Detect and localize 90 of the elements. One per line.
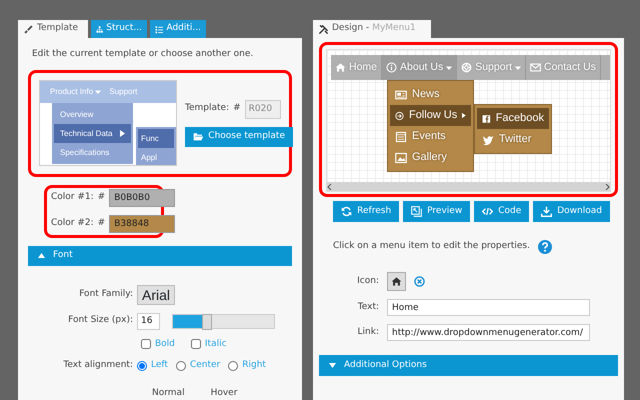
submenu-item[interactable]: Facebook [477,108,549,129]
font-size-slider[interactable] [172,314,275,328]
calendar-icon [395,130,407,142]
picture-icon [395,152,407,164]
text-alignment-label: Text alignment: [62,359,133,372]
color-field[interactable]: B38848 [109,215,176,233]
tools-icon [318,24,329,34]
home-icon [335,62,346,73]
refresh-icon [341,206,352,217]
color-field[interactable]: B0B0B0 [109,189,176,207]
toolbar-button[interactable]: Code [474,201,530,222]
dropdown-item: Technical Data [54,124,131,143]
download-icon [541,206,552,217]
font-family-label: Font Family: [78,288,133,301]
collapse-arrow-icon [38,253,45,258]
color-label: Color #2: [51,217,94,230]
dropdown-item: Overview [59,108,94,120]
expand-arrow-icon [329,363,336,368]
newspaper-icon [395,88,407,100]
accordion-header[interactable]: Additional Options [319,355,618,376]
radio-label[interactable]: Left [151,359,168,372]
toolbar-button[interactable]: Download [533,201,610,222]
column-heading: Normal [152,386,185,400]
scroll-right-icon[interactable] [604,184,610,190]
font-size-label: Font Size (px): [67,314,133,328]
scroll-left-icon[interactable] [327,184,333,190]
tab[interactable]: Template [18,20,88,38]
toolbar-button[interactable]: Preview [403,201,470,222]
horizontal-scrollbar[interactable] [327,182,610,191]
submenu-item: Appl [140,152,158,164]
arrow-circle-icon [395,110,404,122]
tab[interactable]: Struct... [91,20,147,38]
checkbox-label[interactable]: Bold [155,338,175,351]
caret-icon [515,64,521,70]
help-icon[interactable] [538,240,552,254]
tab[interactable]: Additi... [150,20,206,38]
text-label: Text: [356,300,379,314]
hash-prefix: # [98,217,106,230]
instruction-text: Edit the current template or choose another one. [32,49,254,59]
text-field[interactable]: Home [387,299,590,316]
choose-template-button[interactable]: Choose template [185,126,293,146]
radio-button[interactable] [176,360,186,371]
caret-icon [120,130,125,137]
preview-icon [411,206,422,217]
code-icon [482,206,494,217]
menu-item[interactable]: Contact Us [526,55,601,80]
dropdown-item[interactable]: News [390,84,471,105]
home-icon [391,276,402,287]
radio-button[interactable] [137,360,147,371]
accordion-header[interactable]: Font [28,246,292,266]
dropdown-item[interactable]: Events [390,126,471,147]
facebook-icon [482,112,491,124]
hash-prefix: # [233,102,241,116]
radio-label[interactable]: Center [190,359,220,372]
hash-prefix: # [98,191,106,204]
menu-item[interactable]: About Us [382,55,458,80]
dropdown-item[interactable]: Gallery [390,147,471,168]
caret-icon [462,112,466,119]
toolbar-button[interactable]: Refresh [333,201,400,222]
checkbox[interactable] [141,339,151,350]
brush-icon [23,24,34,34]
link-field[interactable]: http://www.dropdownmenugenerator.com/ [387,324,590,341]
radio-button[interactable] [228,360,238,371]
sitemap-icon [96,24,104,34]
submenu-item: Func [138,129,174,148]
dropdown-item[interactable]: Follow Us [390,105,471,126]
checkbox[interactable] [190,339,201,350]
submenu-item[interactable]: Twitter [477,129,549,150]
icon-picker-button[interactable] [387,272,406,291]
dropdown-item: Specifications [59,146,110,159]
envelope-icon [530,62,541,73]
caret-icon [95,88,102,95]
template-label: Template: [185,102,230,116]
caret-icon [446,64,452,70]
font-size-field[interactable]: 16 [137,312,160,330]
column-heading: Hover [210,386,238,400]
bird-icon [482,134,494,146]
info-icon [386,62,398,73]
link-label: Link: [356,326,379,339]
checkbox-label[interactable]: Italic [204,338,227,351]
hint-text: Click on a menu item to edit the properties. [333,240,530,254]
folder-icon [193,131,204,142]
icon-label: Icon: [356,274,379,288]
list-icon [155,24,164,34]
tab[interactable]: Design - MyMenu1 [313,20,431,38]
font-family-button[interactable]: Arial [137,284,176,304]
color-label: Color #1: [51,191,94,204]
lifebuoy-icon [461,62,472,73]
clear-icon[interactable] [414,276,425,287]
radio-label[interactable]: Right [242,359,266,372]
